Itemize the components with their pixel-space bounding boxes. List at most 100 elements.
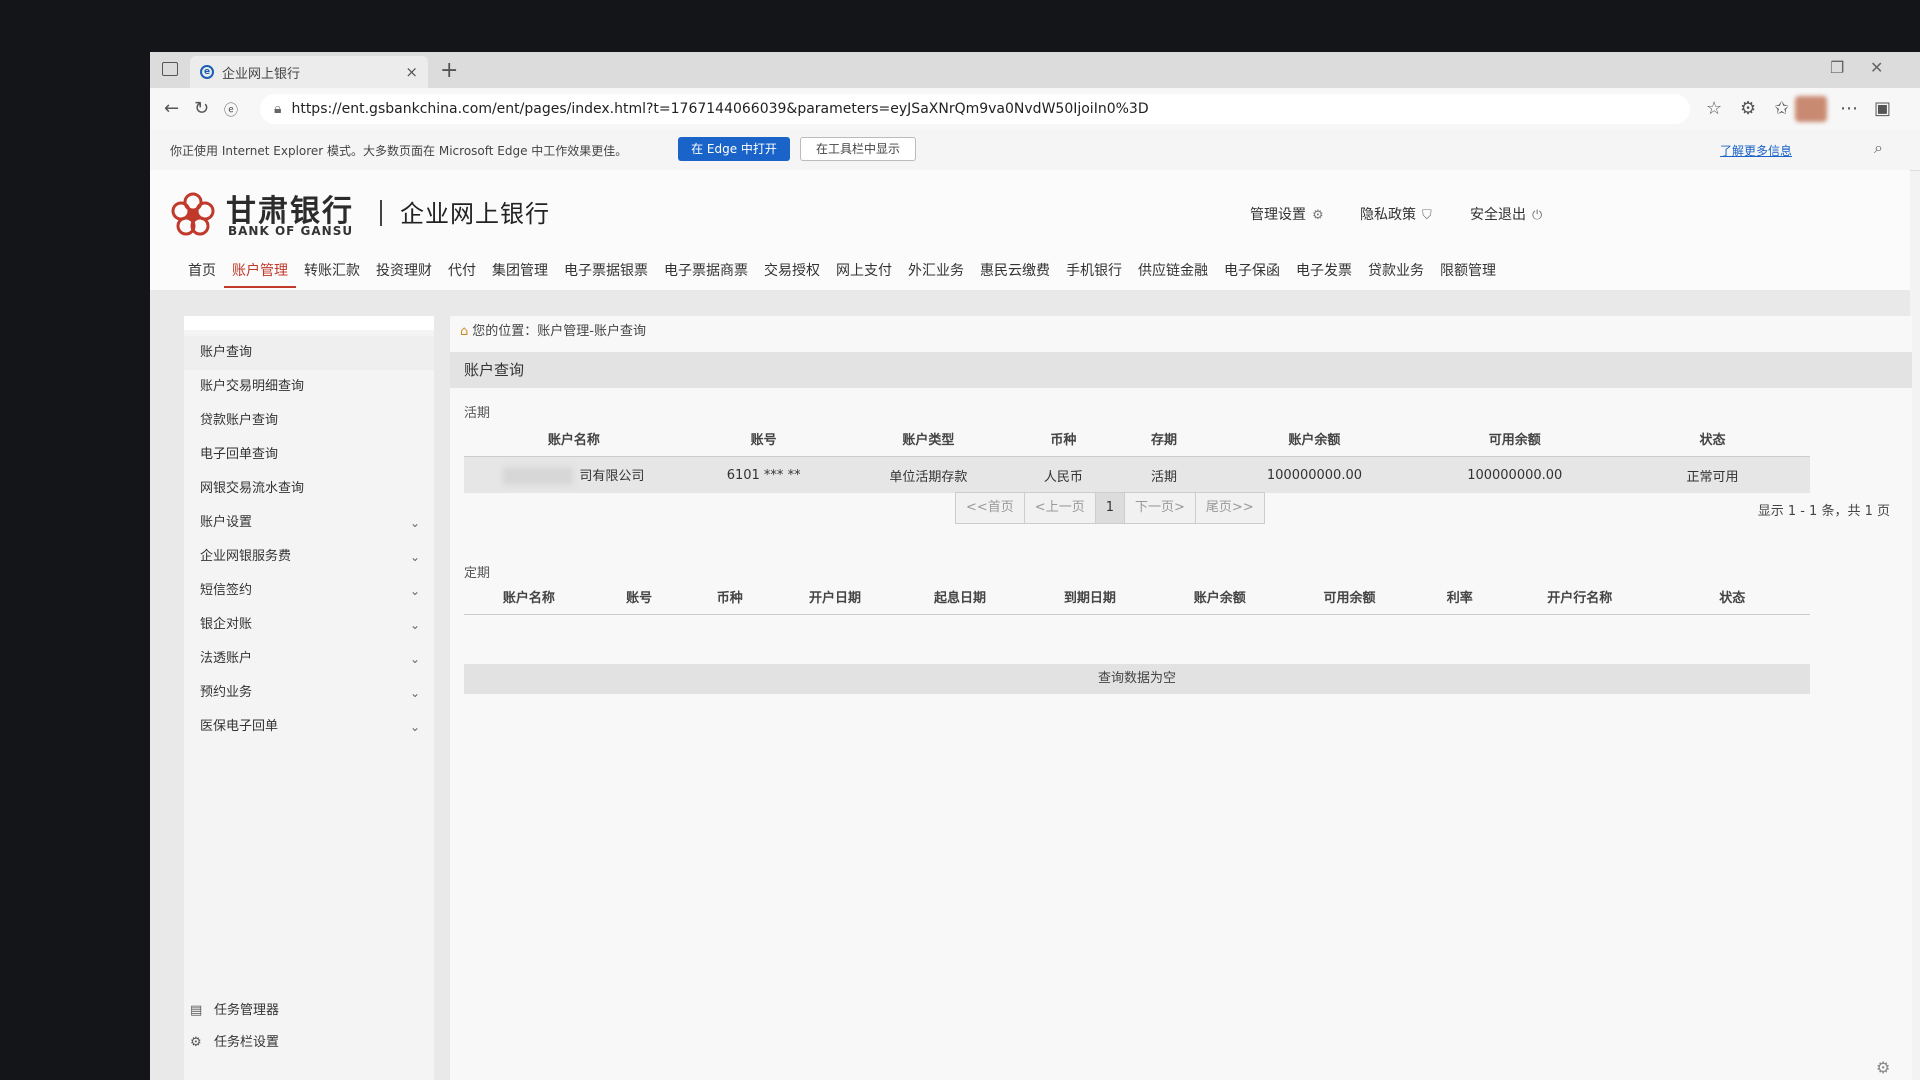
sidebar-item-label: 网银交易流水查询 [200,481,305,496]
sidebar-item-overdraft[interactable]: 法透账户 ⌄ [184,642,434,676]
ie-mode-icon[interactable]: ⓔ [224,100,238,120]
nav-transfer[interactable]: 转账汇款 [296,256,368,286]
safe-exit-link[interactable]: 安全退出 ⏻ [1470,204,1542,224]
first-page-button[interactable]: <<首页 [955,492,1025,524]
window-close-icon[interactable]: ✕ [1870,58,1883,77]
col-header: 账户余额 [1214,420,1415,457]
chevron-down-icon: ⌄ [409,516,420,530]
col-header: 可用余额 [1284,578,1415,615]
main-nav: 首页 账户管理 转账汇款 投资理财 代付 集团管理 电子票据银票 电子票据商票 … [180,256,1504,288]
shield-icon: ⛉ [1422,208,1432,223]
sidebar-item-label: 贷款账户查询 [200,413,279,428]
nav-payroll[interactable]: 代付 [440,256,484,286]
show-in-toolbar-button[interactable]: 在工具栏中显示 [800,137,916,161]
nav-mobile-banking[interactable]: 手机银行 [1058,256,1130,286]
nav-investment[interactable]: 投资理财 [368,256,440,286]
sidebar-item-loan-account[interactable]: 贷款账户查询 [184,404,434,438]
safe-exit-label: 安全退出 [1470,207,1526,223]
nav-group-management[interactable]: 集团管理 [484,256,556,286]
nav-e-bank-bill[interactable]: 电子票据银票 [556,256,656,286]
pagination: <<首页 <上一页 1 下一页> 尾页>> [955,492,1265,524]
sidebar-item-service-fee[interactable]: 企业网银服务费 ⌄ [184,540,434,574]
sidebar-icon[interactable]: ▣ [1874,98,1891,119]
new-tab-icon[interactable]: + [440,58,458,83]
profile-avatar[interactable] [1795,96,1827,122]
account-number-cell[interactable]: 6101 *** ** [684,457,844,494]
window-restore-icon[interactable]: ❐ [1830,58,1844,77]
col-header: 币种 [1013,420,1114,457]
main-panel: ⌂ 您的位置：账户管理-账户查询 账户查询 活期 账户名称 账号 账户类型 币种 … [450,316,1912,1080]
sidebar-item-appointment[interactable]: 预约业务 ⌄ [184,676,434,710]
nav-account-management[interactable]: 账户管理 [224,256,296,288]
nav-cloud-payment[interactable]: 惠民云缴费 [972,256,1058,286]
sidebar-item-account-settings[interactable]: 账户设置 ⌄ [184,506,434,540]
redacted-block [503,467,574,486]
ie-mode-message: 你正使用 Internet Explorer 模式。大多数页面在 Microso… [170,144,628,158]
available-balance-cell: 100000000.00 [1467,467,1563,483]
tab-actions-icon[interactable] [162,62,178,76]
more-icon[interactable]: ⋯ [1840,98,1858,119]
sidebar-item-transaction-detail[interactable]: 账户交易明细查询 [184,370,434,404]
gear-icon[interactable]: ⚙ [1876,1058,1890,1077]
next-page-button[interactable]: 下一页> [1123,492,1196,524]
extensions-icon[interactable]: ⚙ [1740,98,1756,119]
tab-bar: e 企业网上银行 × + ❐ ✕ [150,52,1920,88]
taskbar-settings-label: 任务栏设置 [214,1035,280,1050]
privacy-policy-link[interactable]: 隐私政策 ⛉ [1360,204,1432,224]
task-manager-item[interactable]: ▤ 任务管理器 [190,999,279,1018]
sidebar-item-medical-receipt[interactable]: 医保电子回单 ⌄ [184,710,434,744]
sidebar-item-e-receipt[interactable]: 电子回单查询 [184,438,434,472]
nav-forex[interactable]: 外汇业务 [900,256,972,286]
bank-header: 甘肃银行 BANK OF GANSU 企业网上银行 管理设置 ⚙ 隐私政策 ⛉ 安全… [150,170,1910,290]
currency-cell: 人民币 [1043,469,1083,485]
nav-home[interactable]: 首页 [180,256,224,286]
sidebar-item-online-flow[interactable]: 网银交易流水查询 [184,472,434,506]
nav-e-commercial-bill[interactable]: 电子票据商票 [656,256,756,286]
col-header: 状态 [1614,420,1810,457]
nav-online-payment[interactable]: 网上支付 [828,256,900,286]
search-icon[interactable]: ⌕ [1874,138,1883,158]
col-header: 利率 [1414,578,1506,615]
nav-e-guarantee[interactable]: 电子保函 [1216,256,1288,286]
address-bar: ← ↻ ⓔ 🔒︎ https://ent.gsbankchina.com/ent… [150,88,1920,131]
sidebar-item-label: 预约业务 [200,685,253,700]
col-header: 存期 [1113,420,1215,457]
sidebar-header [184,316,434,330]
open-in-edge-button[interactable]: 在 Edge 中打开 [678,137,790,161]
status-cell: 正常可用 [1686,469,1739,485]
table-row[interactable]: 司有限公司 6101 *** ** 单位活期存款 人民币 活期 10000000… [464,456,1810,494]
nav-transaction-auth[interactable]: 交易授权 [756,256,828,286]
current-account-table: 账户名称 账号 账户类型 币种 存期 账户余额 可用余额 状态 司有限公司 61… [464,420,1810,493]
prev-page-button[interactable]: <上一页 [1023,492,1096,524]
power-icon: ⏻ [1532,208,1543,223]
balance-cell: 100000000.00 [1266,467,1362,483]
nav-loans[interactable]: 贷款业务 [1360,256,1432,286]
favorites-icon[interactable]: ✩ [1774,98,1789,119]
browser-tab[interactable]: e 企业网上银行 × [190,56,428,88]
sidebar-item-reconciliation[interactable]: 银企对账 ⌄ [184,608,434,642]
sidebar-item-label: 账户设置 [200,515,253,530]
fixed-account-table: 账户名称 账号 币种 开户日期 起息日期 到期日期 账户余额 可用余额 利率 开… [464,578,1810,615]
url-field[interactable]: 🔒︎ https://ent.gsbankchina.com/ent/pages… [260,94,1690,124]
nav-supply-chain[interactable]: 供应链金融 [1130,256,1216,286]
learn-more-link[interactable]: 了解更多信息 [1720,142,1792,159]
sidebar-item-account-query[interactable]: 账户查询 [184,336,434,370]
favorite-star-icon[interactable]: ☆ [1706,98,1722,119]
sidebar-item-label: 短信签约 [200,583,253,598]
privacy-policy-label: 隐私政策 [1360,207,1416,223]
sidebar-item-label: 账户交易明细查询 [200,379,305,394]
tab-close-icon[interactable]: × [405,63,418,81]
current-deposit-label: 活期 [464,406,491,421]
sidebar-item-sms-signing[interactable]: 短信签约 ⌄ [184,574,434,608]
nav-limit-management[interactable]: 限额管理 [1432,256,1504,286]
col-header: 开户日期 [775,578,896,615]
nav-e-invoice[interactable]: 电子发票 [1288,256,1360,286]
refresh-icon[interactable]: ↻ [194,98,209,119]
manage-settings-link[interactable]: 管理设置 ⚙ [1250,204,1324,224]
sidebar-item-label: 电子回单查询 [200,447,279,462]
taskbar-settings-item[interactable]: ⚙ 任务栏设置 [190,1031,279,1050]
back-icon[interactable]: ← [164,98,179,119]
sidebar: 账户查询 账户交易明细查询 贷款账户查询 电子回单查询 网银交易流水查询 账户设… [184,316,434,1080]
page-number-button[interactable]: 1 [1094,492,1125,524]
last-page-button[interactable]: 尾页>> [1194,492,1265,524]
